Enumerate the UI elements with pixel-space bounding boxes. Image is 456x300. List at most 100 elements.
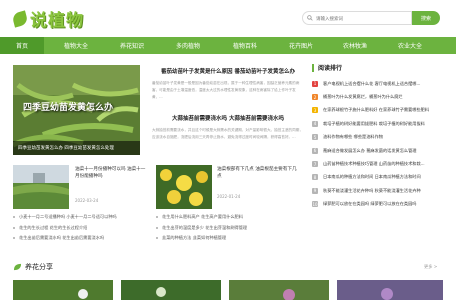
sidebar-title-text: 阅读排行 (318, 65, 343, 72)
list-item[interactable]: 花生的生长过程 花生的生长过程介绍 (13, 223, 117, 234)
ranking-list: 1 客户电视机上适合摆什么花 客厅电视机上适合摆哪... 2 桶葱叶为什么发黄腐烂，… (312, 77, 444, 211)
rank-badge: 7 (312, 161, 318, 168)
link-list-right: 花生用什么肥料高产 花生高产要用什么肥料 花生出芽的温度是多少 花生出芽温和刷得… (156, 212, 247, 244)
site-logo[interactable]: 说植物 (11, 6, 84, 31)
rank-badge: 6 (312, 147, 318, 154)
rank-badge: 1 (312, 80, 318, 87)
nav-item-encyclopedia[interactable]: 植物百科 (220, 37, 270, 54)
share-section-header: 养花分享 (13, 262, 53, 272)
ranking-item[interactable]: 5 油料作物有哪些 哪些是油料作物 (312, 131, 444, 144)
search-input[interactable] (316, 15, 406, 21)
site-header: 说植物 搜索 (0, 0, 456, 37)
rank-badge: 4 (312, 120, 318, 127)
ranking-item[interactable]: 9 秋葵不能浇灌生活花卉种吗 秋葵不能浇灌生活花卉种 (312, 184, 444, 197)
title-accent-bar (312, 63, 314, 72)
bullet (13, 216, 15, 219)
rank-badge: 8 (312, 174, 318, 181)
logo-text: 说植物 (30, 11, 84, 31)
nav-item-flower-images[interactable]: 花卉图片 (270, 37, 332, 54)
ranking-link[interactable]: 油料作物有哪些 哪些是油料作物 (323, 134, 383, 140)
ranking-link[interactable]: 蓖麻适合做发展怎么办 蓖麻发菌的话发黄怎么管理 (323, 148, 416, 154)
nav-item-flower-tips[interactable]: 养花知识 (108, 37, 156, 54)
article-title[interactable]: 大蒜抽苔前需要浇水吗 大蒜抽苔前需要浇水吗 (152, 114, 304, 122)
link-list-left: 小麦十一月二号适播种吗 小麦十一月二号适可以种吗 花生的生长过程 花生的生长过程… (13, 212, 117, 244)
ranking-item[interactable]: 1 客户电视机上适合摆什么花 客厅电视机上适合摆哪... (312, 77, 444, 90)
list-item-link[interactable]: 韭菜的种植方法 韭菜如何种植管理 (162, 235, 226, 241)
plant-photo (229, 280, 329, 300)
article-item: 大蒜抽苔前需要浇水吗 大蒜抽苔前需要浇水吗 大蒜抽苔前需要浇水，并且这个时候是大… (152, 114, 304, 141)
bullet (13, 237, 15, 240)
list-item-link[interactable]: 花生的生长过程 花生的生长过程介绍 (19, 225, 87, 231)
featured-caption[interactable]: 四季豆幼苗发黄怎么办 四季豆幼苗发黄怎么处理 (13, 141, 140, 155)
nav-item-plants[interactable]: 植物大全 (44, 37, 108, 54)
rank-badge: 5 (312, 134, 318, 141)
ranking-item[interactable]: 7 山药苗种植技术种植技巧管理 山药苗的种植技术和栽... (312, 157, 444, 170)
list-item[interactable]: 花生出芽的温度是多少 花生出芽温和刷得管理 (156, 223, 247, 234)
card-image[interactable] (13, 165, 69, 209)
ranking-item[interactable]: 3 在家养球根竹子施什么肥料好 在家养球竹子需要哪些肥料 (312, 104, 444, 117)
yellow-flower-photo (156, 165, 212, 209)
list-item[interactable]: 小麦十一月二号适播种吗 小麦十一月二号适可以种吗 (13, 212, 117, 223)
more-link[interactable]: 更多 > (424, 264, 437, 270)
plant-photo (337, 280, 443, 300)
bullet (156, 226, 158, 229)
ranking-link[interactable]: 山药苗种植技术种植技巧管理 山药苗的种植技术和栽... (323, 161, 425, 167)
ranking-item[interactable]: 6 蓖麻适合做发展怎么办 蓖麻发菌的话发黄怎么管理 (312, 144, 444, 157)
list-item-link[interactable]: 花生出芽的温度是多少 花生出芽温和刷得管理 (162, 225, 247, 231)
ranking-link[interactable]: 桶葱叶为什么发黄腐烂，桶葱叶为什么腐烂 (323, 94, 403, 100)
rank-badge: 9 (312, 187, 318, 194)
card-image[interactable] (156, 165, 212, 209)
ranking-link[interactable]: 在家养球根竹子施什么肥料好 在家养球竹子需要哪些肥料 (323, 107, 429, 113)
bullet (156, 216, 158, 219)
rank-badge: 10 (312, 201, 318, 208)
list-item-link[interactable]: 花生出苗后需要浇水吗 花生出苗后需要浇水吗 (19, 235, 104, 241)
list-item[interactable]: 花生出苗后需要浇水吗 花生出苗后需要浇水吗 (13, 233, 117, 244)
gallery-thumb[interactable] (13, 280, 113, 300)
card-title[interactable]: 油菜根部有下几点 油菜根茄主要有下几点 (217, 167, 301, 180)
list-item[interactable]: 花生用什么肥料高产 花生高产要用什么肥料 (156, 212, 247, 223)
nav-item-agriculture[interactable]: 农林牧渔 (332, 37, 378, 54)
leaf-icon (13, 263, 22, 271)
gallery-thumb[interactable] (229, 280, 329, 300)
rank-badge: 3 (312, 107, 318, 114)
search-icon (307, 15, 313, 21)
plant-photo (121, 280, 221, 300)
ranking-item[interactable]: 8 日本南瓜的种植方法和时间 日本南瓜种植方法和时间 (312, 171, 444, 184)
card-date: 2022-03-24 (75, 198, 99, 203)
article-excerpt: 大蒜抽苔前需要浇水，并且这个时候是大蒜需水的关键期，对产量影响很大。抽苔主茎的同… (152, 128, 303, 139)
sidebar-title: 阅读排行 (312, 63, 342, 72)
gallery-thumb[interactable] (337, 280, 443, 300)
ranking-link[interactable]: 秋葵不能浇灌生活花卉种吗 秋葵不能浇灌生活花卉种 (323, 188, 421, 194)
ranking-link[interactable]: 客户电视机上适合摆什么花 客厅电视机上适合摆哪... (323, 81, 420, 87)
bullet (13, 226, 15, 229)
share-title: 养花分享 (25, 263, 53, 271)
plant-photo (13, 280, 113, 300)
bullet (156, 237, 158, 240)
article-title[interactable]: 番茄幼苗叶子发黄是什么原因 番茄幼苗叶子发黄怎么办 (152, 67, 304, 75)
ranking-item[interactable]: 4 栽培子植的树好能要用拔肥料 栽培子植的树好能用拔料 (312, 117, 444, 130)
nav-item-home[interactable]: 首页 (0, 37, 44, 54)
main-nav: 首页 植物大全 养花知识 多肉植物 植物百科 花卉图片 农林牧渔 农业大全 (0, 37, 456, 54)
featured-overlay-text: 四季豆幼苗发黄怎么办 (23, 103, 114, 113)
list-item-link[interactable]: 小麦十一月二号适播种吗 小麦十一月二号适可以种吗 (19, 214, 117, 220)
card-title[interactable]: 油菜十一月份播种可以吗 油菜十一月份能播种吗 (75, 167, 147, 180)
ranking-item[interactable]: 10 绿萝肥可以放在在类园吗 绿萝肥可以放在在类园吗 (312, 198, 444, 211)
article-excerpt: 番茄幼苗叶子发黄是一般是因为番茄幼苗在出现，属于一种生理性病害，因缺乏营养元素的… (152, 81, 300, 99)
ranking-item[interactable]: 2 桶葱叶为什么发黄腐烂，桶葱叶为什么腐烂 (312, 90, 444, 103)
featured-image[interactable]: 四季豆幼苗发黄怎么办 四季豆幼苗发黄怎么办 四季豆幼苗发黄怎么处理 (13, 65, 140, 155)
nav-item-farming[interactable]: 农业大全 (378, 37, 442, 54)
leaf-icon (11, 9, 29, 28)
ranking-link[interactable]: 栽培子植的树好能要用拔肥料 栽培子植的树好能用拔料 (323, 121, 425, 127)
article-item: 番茄幼苗叶子发黄是什么原因 番茄幼苗叶子发黄怎么办 番茄幼苗叶子发黄是一般是因为… (152, 67, 304, 101)
search-input-wrapper[interactable] (302, 11, 412, 25)
gallery-thumb[interactable] (121, 280, 221, 300)
list-item[interactable]: 韭菜的种植方法 韭菜如何种植管理 (156, 233, 247, 244)
rapeseed-field-photo (13, 165, 69, 209)
search-button[interactable]: 搜索 (412, 11, 440, 25)
nav-item-succulents[interactable]: 多肉植物 (156, 37, 220, 54)
ranking-link[interactable]: 绿萝肥可以放在在类园吗 绿萝肥可以放在在类园吗 (323, 201, 416, 207)
card-date: 2022-01-24 (217, 194, 241, 199)
ranking-link[interactable]: 日本南瓜的种植方法和时间 日本南瓜种植方法和时间 (323, 174, 421, 180)
list-item-link[interactable]: 花生用什么肥料高产 花生高产要用什么肥料 (162, 214, 243, 220)
rank-badge: 2 (312, 94, 318, 101)
